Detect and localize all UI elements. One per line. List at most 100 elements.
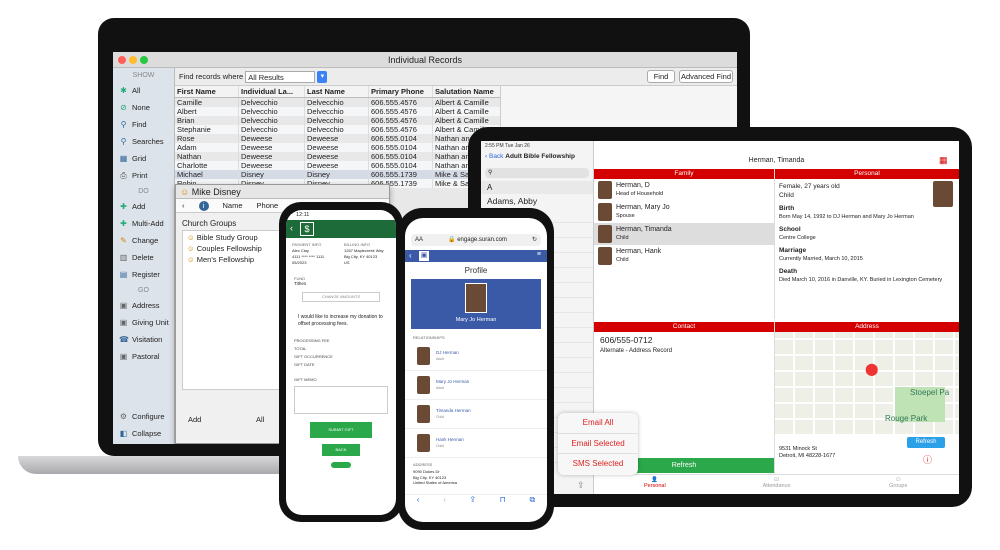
relationship-item[interactable]: DJ Herman Adult: [405, 342, 547, 371]
find-label: Find records where: [179, 72, 244, 81]
sidebar-item-register[interactable]: ▤ Register: [113, 266, 174, 283]
relationship-item[interactable]: Hank Herman Child: [405, 429, 547, 458]
table-row[interactable]: Michael Disney Disney 606.555.1739 Mike & Sa: [175, 170, 505, 179]
school-label: School: [779, 226, 801, 233]
list-item[interactable]: Adams, Abby: [481, 194, 593, 208]
sidebar-item-configure[interactable]: ⚙ Configure: [113, 408, 175, 425]
address-map[interactable]: ⬤ Stoepel Pa Rouge Park: [775, 332, 959, 434]
sidebar-item-pastoral[interactable]: ▣ Pastoral: [113, 348, 174, 365]
chevron-down-icon[interactable]: ▾: [317, 71, 328, 84]
back-chevron-icon[interactable]: ‹: [290, 223, 293, 233]
submit-gift-button[interactable]: SUBMIT GIFT: [310, 422, 372, 438]
table-row[interactable]: Brian Delvecchio Delvecchio 606.555.4576 Alb…: [175, 116, 505, 125]
close-window-button[interactable]: [118, 56, 126, 64]
group-icon: ☺: [187, 244, 195, 253]
app-header: ‹ ▣ ≡: [405, 250, 547, 262]
sidebar-item-address[interactable]: ▣ Address: [113, 297, 174, 314]
sidebar-item-change[interactable]: ✎ Change: [113, 232, 174, 249]
column-header[interactable]: Primary Phone: [369, 86, 433, 97]
sidebar-item-grid[interactable]: ▦ Grid: [113, 150, 174, 167]
advanced-find-button[interactable]: Advanced Find: [679, 70, 733, 83]
table-row[interactable]: Adam Deweese Deweese 606.555.0104 Nathan and: [175, 143, 505, 152]
find-criteria-select[interactable]: All Results: [245, 71, 316, 84]
tabs-icon[interactable]: ⧉: [529, 495, 535, 508]
forward-chevron-icon[interactable]: ›: [443, 495, 446, 508]
sidebar-item-find[interactable]: ⚲ Find: [113, 116, 174, 133]
zoom-window-button[interactable]: [140, 56, 148, 64]
sidebar-item-visitation[interactable]: ☎ Visitation: [113, 331, 174, 348]
table-row[interactable]: Rose Deweese Deweese 606.555.0104 Nathan and: [175, 134, 505, 143]
column-header[interactable]: Last Name: [305, 86, 369, 97]
change-amounts-button[interactable]: CHANGE AMOUNTS: [302, 292, 380, 302]
bookmarks-icon[interactable]: ⊓: [500, 495, 506, 508]
relationship-item[interactable]: Mary Jo Herman Adult: [405, 371, 547, 400]
sidebar-item-add[interactable]: ✚ Add: [113, 198, 174, 215]
table-row[interactable]: Stephanie Delvecchio Delvecchio 606.555.457…: [175, 125, 505, 134]
back-button[interactable]: BACK: [322, 444, 360, 456]
share-icon[interactable]: ⇪: [469, 495, 476, 508]
sidebar-item-all[interactable]: ✱ All: [113, 82, 174, 99]
sidebar-item-none[interactable]: ⊘ None: [113, 99, 174, 116]
reload-icon[interactable]: ↻: [532, 234, 537, 246]
relationship-role: Child: [436, 415, 444, 419]
browser-address-bar[interactable]: AA 🔒 engage.suran.com ↻: [411, 234, 541, 246]
tab-attendance[interactable]: ☑ Attendance: [716, 475, 838, 494]
all-groups-button[interactable]: All: [256, 415, 264, 424]
alert-icon[interactable]: ⓘ: [923, 453, 932, 466]
table-cell: 606.555.1739: [369, 170, 433, 179]
add-group-button[interactable]: Add: [188, 415, 201, 424]
family-member[interactable]: Herman, Hank Child: [594, 245, 774, 267]
family-member[interactable]: Herman, D Head of Household: [594, 179, 774, 201]
back-button[interactable]: ‹ Back: [485, 153, 503, 160]
tab-name[interactable]: Name: [223, 199, 243, 212]
fee-message[interactable]: I would like to increase my donation to …: [286, 308, 396, 333]
sidebar-item-multi-add[interactable]: ✚ Multi-Add: [113, 215, 174, 232]
table-row[interactable]: Charlotte Deweese Deweese 606.555.0104 Natha…: [175, 161, 505, 170]
gift-memo-input[interactable]: [294, 386, 388, 414]
column-header[interactable]: First Name: [175, 86, 239, 97]
minimize-window-button[interactable]: [129, 56, 137, 64]
column-header[interactable]: Individual La...: [239, 86, 305, 97]
phone-2-screen: AA 🔒 engage.suran.com ↻ ‹ ▣ ≡ Profile Ma…: [405, 218, 547, 522]
tab-groups[interactable]: ⚇ Groups: [837, 475, 959, 494]
sidebar-item-giving-unit[interactable]: ▣ Giving Unit: [113, 314, 174, 331]
table-row[interactable]: Nathan Deweese Deweese 606.555.0104 Nathan a…: [175, 152, 505, 161]
marriage-label: Marriage: [779, 247, 807, 254]
table-cell: Disney: [239, 170, 305, 179]
birth-value: Born May 14, 1992 to DJ Herman and Mary …: [779, 214, 914, 220]
phone-1-screen: 12:11 ‹ $ PAYMENT INFO Alex Clay 4111 **…: [286, 210, 396, 515]
family-header: Family: [594, 169, 774, 179]
family-member[interactable]: Herman, Timanda Child: [594, 223, 774, 245]
contact-header: Contact: [594, 322, 774, 332]
contact-phone[interactable]: 606/555-0712: [594, 332, 774, 348]
sidebar-item-collapse[interactable]: ◧ Collapse: [113, 425, 175, 442]
info-icon[interactable]: i: [198, 201, 209, 211]
sidebar-item-delete[interactable]: ▥ Delete: [113, 249, 174, 266]
menu-email-selected[interactable]: Email Selected: [558, 433, 638, 453]
tab-phone[interactable]: Phone: [257, 199, 279, 212]
tab-personal[interactable]: 👤 Personal: [594, 475, 716, 494]
sidebar-item-print[interactable]: ⎙ Print: [113, 167, 174, 184]
relationship-item[interactable]: Timanda Herman Child: [405, 400, 547, 429]
menu-email-all[interactable]: Email All: [558, 413, 638, 433]
table-cell: Albert & Camille: [433, 107, 503, 116]
back-chevron-icon[interactable]: ‹: [417, 495, 420, 508]
avatar: [598, 181, 612, 199]
table-row[interactable]: Camille Delvecchio Delvecchio 606.555.4576 A…: [175, 98, 505, 107]
relationship-role: Child: [436, 444, 444, 448]
avatar: [598, 247, 612, 265]
apps-grid-icon[interactable]: ▦: [939, 156, 948, 165]
menu-icon[interactable]: ≡: [537, 251, 541, 258]
family-member[interactable]: Herman, Mary Jo Spouse: [594, 201, 774, 223]
share-icon[interactable]: ⇪: [577, 480, 585, 491]
back-chevron-icon[interactable]: ‹: [409, 251, 412, 260]
table-row[interactable]: Albert Delvecchio Delvecchio 606.555.4576 Al…: [175, 107, 505, 116]
menu-sms-selected[interactable]: SMS Selected: [558, 453, 638, 473]
sidebar-item-searches[interactable]: ⚲ Searches: [113, 133, 174, 150]
back-chevron-icon[interactable]: ‹: [182, 199, 185, 212]
refresh-address-button[interactable]: Refresh: [907, 437, 945, 448]
text-size-button[interactable]: AA: [415, 234, 423, 246]
column-header[interactable]: Salutation Name: [433, 86, 503, 97]
search-input[interactable]: ⚲: [485, 168, 589, 178]
find-button[interactable]: Find: [647, 70, 675, 83]
